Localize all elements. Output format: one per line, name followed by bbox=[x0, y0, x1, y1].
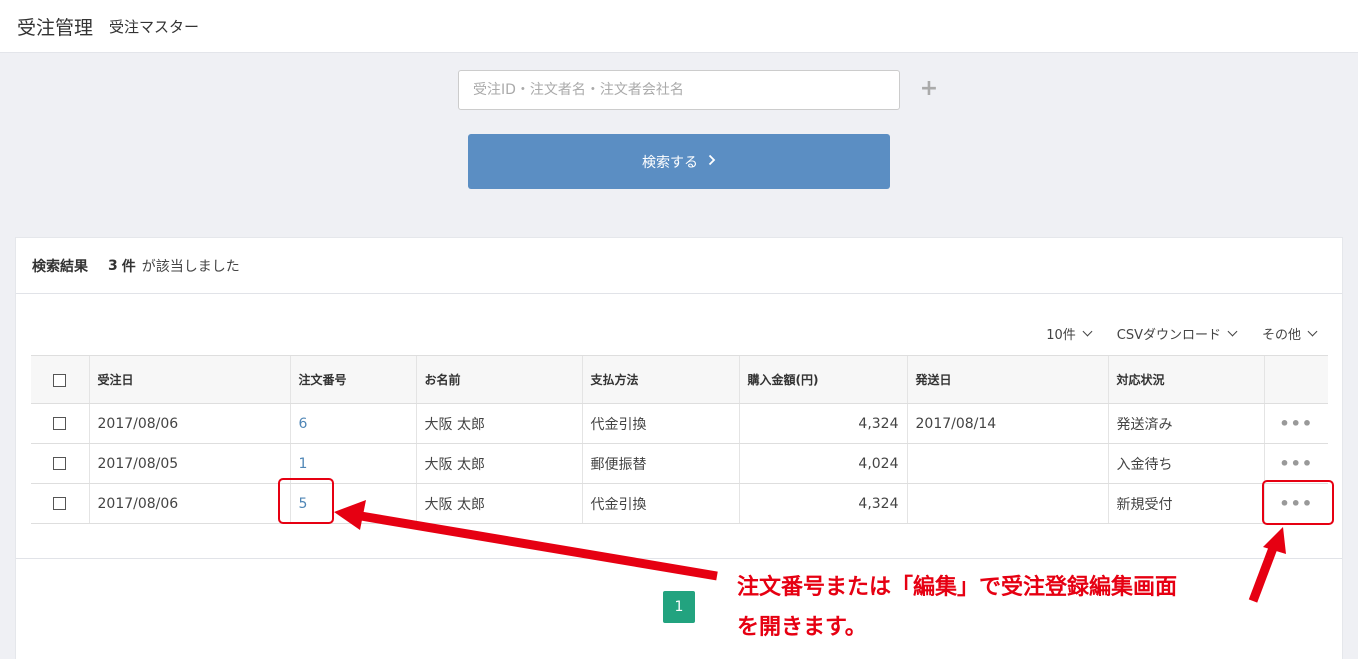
annotation-text: 注文番号または「編集」で受注登録編集画面 を開きます。 bbox=[737, 568, 1297, 648]
annotation-arrows bbox=[334, 500, 1286, 603]
annotation-arrowhead-left bbox=[334, 500, 366, 530]
annotation-arrowhead-right bbox=[1263, 527, 1286, 554]
annotation-line-1: 注文番号または「編集」で受注登録編集画面 bbox=[737, 575, 1178, 600]
annotation-line-2: を開きます。 bbox=[737, 615, 867, 640]
annotation-arrow-left bbox=[354, 510, 718, 581]
